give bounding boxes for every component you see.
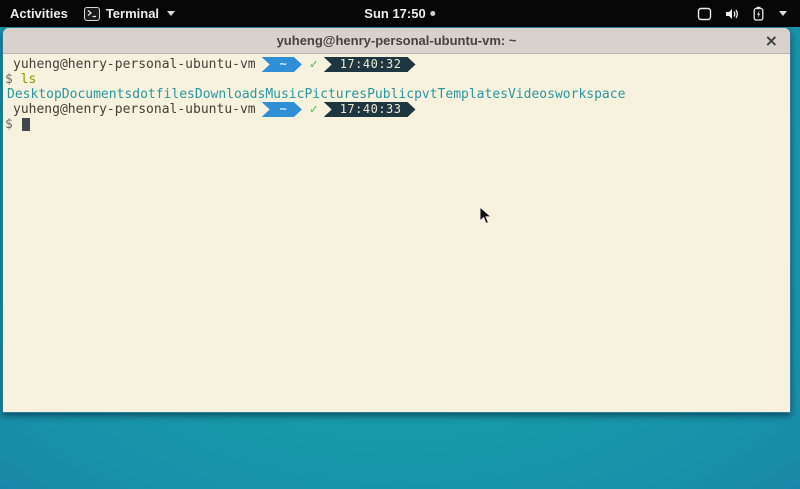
terminal-window: yuheng@henry-personal-ubuntu-vm: ~ × yuh…	[2, 27, 791, 413]
window-titlebar[interactable]: yuheng@henry-personal-ubuntu-vm: ~ ×	[3, 28, 790, 54]
app-menu-button[interactable]: Terminal	[84, 6, 175, 21]
close-icon[interactable]: ×	[765, 33, 778, 49]
desktop: { "topbar": { "activities_label": "Activ…	[0, 0, 800, 489]
command-text: ls	[21, 72, 37, 87]
ls-entry: Downloads	[195, 87, 265, 102]
activities-button[interactable]: Activities	[10, 6, 68, 21]
chevron-down-icon	[167, 11, 175, 16]
volume-icon	[725, 7, 740, 21]
system-tray[interactable]	[697, 6, 800, 21]
command-line: $ ls	[5, 72, 790, 87]
top-bar-left: Activities Terminal	[0, 6, 175, 21]
prompt-line: yuheng@henry-personal-ubuntu-vm ~ ✓ 17:4…	[5, 102, 790, 117]
ls-entry: Music	[265, 87, 304, 102]
ls-entry: workspace	[555, 87, 625, 102]
input-line[interactable]: $	[5, 117, 790, 132]
clock-label: Sun 17:50	[364, 6, 425, 21]
ls-entry: Desktop	[7, 87, 62, 102]
ls-entry: Documents	[62, 87, 132, 102]
check-icon: ✓	[310, 57, 318, 72]
text-cursor	[22, 118, 30, 131]
prompt-time-segment: 17:40:33	[324, 102, 416, 117]
ls-entry: Videos	[508, 87, 555, 102]
shell-prompt-symbol: $	[5, 72, 13, 87]
terminal-content[interactable]: yuheng@henry-personal-ubuntu-vm ~ ✓ 17:4…	[3, 54, 790, 412]
window-title: yuheng@henry-personal-ubuntu-vm: ~	[277, 33, 517, 48]
shell-prompt-symbol: $	[5, 117, 13, 132]
prompt-time-segment: 17:40:32	[324, 57, 416, 72]
top-bar: Activities Terminal Sun 17:50	[0, 0, 800, 27]
prompt-line: yuheng@henry-personal-ubuntu-vm ~ ✓ 17:4…	[5, 57, 790, 72]
app-menu-label: Terminal	[106, 6, 159, 21]
prompt-cwd-segment: ~	[262, 102, 302, 117]
ls-entry: Pictures	[304, 87, 367, 102]
ls-output-line: Desktop Documents dotfiles Downloads Mus…	[5, 87, 790, 102]
check-icon: ✓	[310, 102, 318, 117]
prompt-user-host: yuheng@henry-personal-ubuntu-vm	[13, 57, 256, 72]
ls-entry: Public	[367, 87, 414, 102]
notification-dot-icon	[431, 11, 436, 16]
prompt-user-host: yuheng@henry-personal-ubuntu-vm	[13, 102, 256, 117]
ls-entry: Templates	[438, 87, 508, 102]
battery-charging-icon	[753, 6, 764, 21]
screen-icon	[697, 7, 712, 21]
clock-button[interactable]: Sun 17:50	[364, 0, 435, 27]
terminal-app-icon	[84, 7, 100, 21]
ls-entry: pvt	[414, 87, 437, 102]
ls-entry: dotfiles	[132, 87, 195, 102]
chevron-down-icon	[779, 11, 787, 16]
prompt-cwd-segment: ~	[262, 57, 302, 72]
